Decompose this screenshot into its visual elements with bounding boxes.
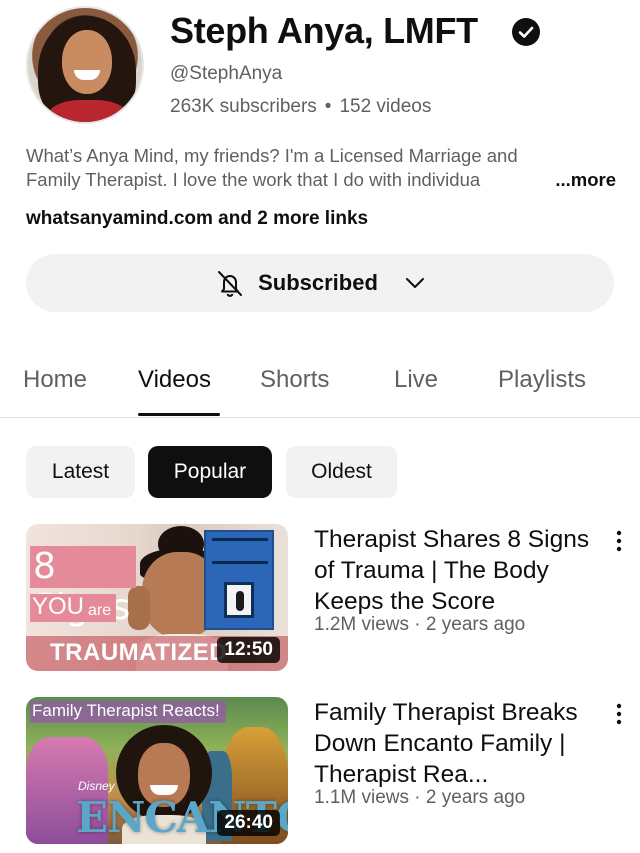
more-link[interactable]: ...more [533,168,616,192]
description-line-2: Family Therapist. I love the work that I… [26,168,616,192]
tab-live[interactable]: Live [394,366,438,394]
thumbnail-caption: 8 Signs [30,546,136,628]
channel-tabs: Home Videos Shorts Live Playlists [0,354,640,418]
tab-shorts[interactable]: Shorts [260,366,329,394]
thumbnail-brand: Disney [78,779,115,793]
thumbnail-logo: ENCANTO [76,793,288,842]
video-count: 152 videos [339,96,432,117]
more-vert-icon[interactable] [612,528,626,556]
video-item[interactable]: 8 Signs YOUare TRAUMATIZED 12:50 Therapi… [26,524,626,674]
channel-description[interactable]: What’s Anya Mind, my friends? I'm a Lice… [26,144,616,192]
video-duration: 26:40 [217,810,280,836]
tab-home[interactable]: Home [23,366,87,394]
tab-playlists[interactable]: Playlists [498,366,586,394]
stats-separator: • [324,96,332,117]
description-line-2-text: Family Therapist. I love the work that I… [26,169,481,190]
channel-name: Steph Anya, LMFT [170,10,478,51]
filter-popular[interactable]: Popular [148,446,272,498]
channel-links[interactable]: whatsanyamind.com and 2 more links [26,208,368,230]
thumbnail-caption: Family Therapist Reacts! [30,701,226,723]
video-meta: 1.2M views · 2 years ago [314,614,526,635]
filter-oldest[interactable]: Oldest [286,446,397,498]
bell-off-icon [214,267,246,299]
thumbnail-book [204,530,274,630]
video-thumbnail[interactable]: Family Therapist Reacts! Disney ENCANTO … [26,697,288,844]
video-title[interactable]: Therapist Shares 8 Signs of Trauma | The… [314,524,604,617]
tab-videos[interactable]: Videos [138,366,211,394]
channel-avatar[interactable] [26,6,144,124]
channel-header: Steph Anya, LMFT @StephAnya 263K subscri… [0,0,640,140]
subscribed-button[interactable]: Subscribed [26,254,614,312]
description-line-1: What’s Anya Mind, my friends? I'm a Lice… [26,145,518,166]
active-tab-indicator [138,413,220,416]
thumbnail-caption: YOU are [30,593,116,622]
more-vert-icon[interactable] [612,701,626,729]
filter-latest[interactable]: Latest [26,446,135,498]
video-item[interactable]: Family Therapist Reacts! Disney ENCANTO … [26,697,626,847]
video-title[interactable]: Family Therapist Breaks Down Encanto Fam… [314,697,604,790]
chevron-down-icon [390,272,426,294]
channel-handle: @StephAnya [170,63,283,84]
video-meta: 1.1M views · 2 years ago [314,787,526,808]
subscribed-label: Subscribed [258,270,378,295]
video-thumbnail[interactable]: 8 Signs YOUare TRAUMATIZED 12:50 [26,524,288,671]
channel-stats: 263K subscribers • 152 videos [170,96,431,118]
subscriber-count: 263K subscribers [170,96,317,117]
verified-badge-icon [512,18,540,46]
video-duration: 12:50 [217,637,280,663]
